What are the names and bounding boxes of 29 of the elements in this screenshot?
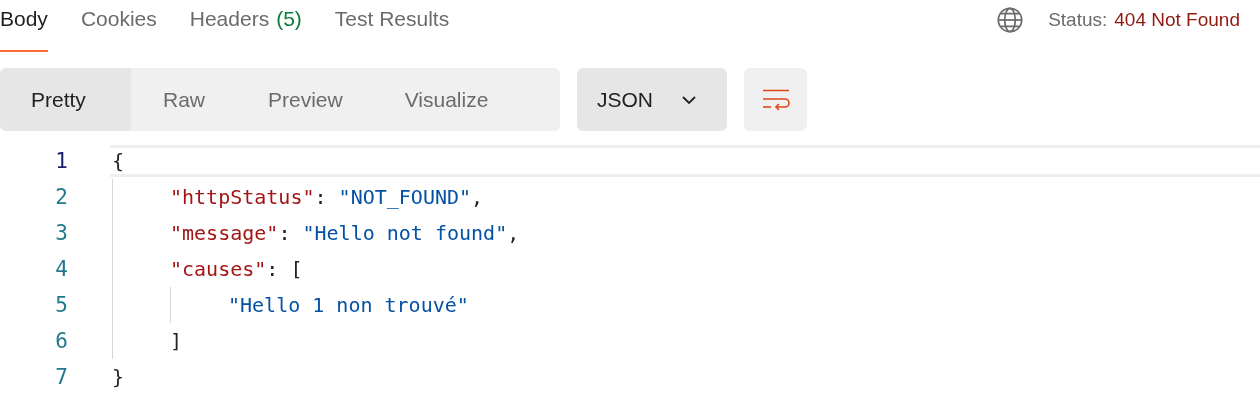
status-label: Status: bbox=[1048, 9, 1108, 31]
view-mode-tab[interactable]: Raw bbox=[131, 68, 237, 131]
line-number: 4 bbox=[54, 257, 68, 281]
line-number: 2 bbox=[54, 185, 68, 209]
code-line: { bbox=[112, 149, 125, 173]
globe-icon[interactable] bbox=[996, 6, 1025, 34]
code-line: "message": "Hello not found", bbox=[170, 221, 520, 245]
tab[interactable]: Headers (5) bbox=[189, 0, 302, 52]
code-line: "Hello 1 non trouvé" bbox=[228, 293, 469, 317]
line-number: 7 bbox=[54, 365, 68, 389]
tab[interactable]: Cookies bbox=[80, 0, 157, 52]
code-line: "httpStatus": "NOT_FOUND", bbox=[170, 185, 484, 209]
code-line: } bbox=[112, 365, 125, 389]
wrap-lines-button[interactable] bbox=[744, 68, 807, 131]
line-number: 6 bbox=[54, 329, 68, 353]
view-mode-tab[interactable]: Preview bbox=[237, 68, 374, 131]
code-line: "causes": [ bbox=[170, 257, 303, 281]
line-number: 3 bbox=[54, 221, 68, 245]
code-line: ] bbox=[170, 329, 183, 353]
wrap-lines-icon bbox=[761, 88, 790, 111]
format-dropdown[interactable]: JSON bbox=[577, 68, 727, 131]
view-mode-tab[interactable]: Visualize bbox=[373, 68, 520, 131]
tab[interactable]: Body bbox=[0, 0, 48, 52]
view-mode-tab[interactable]: Pretty bbox=[0, 68, 131, 131]
caret-icon bbox=[681, 94, 697, 105]
tab[interactable]: Test Results bbox=[334, 0, 450, 52]
status-value: 404 Not Found bbox=[1114, 9, 1240, 31]
line-number: 1 bbox=[54, 149, 68, 173]
line-number: 5 bbox=[54, 293, 68, 317]
